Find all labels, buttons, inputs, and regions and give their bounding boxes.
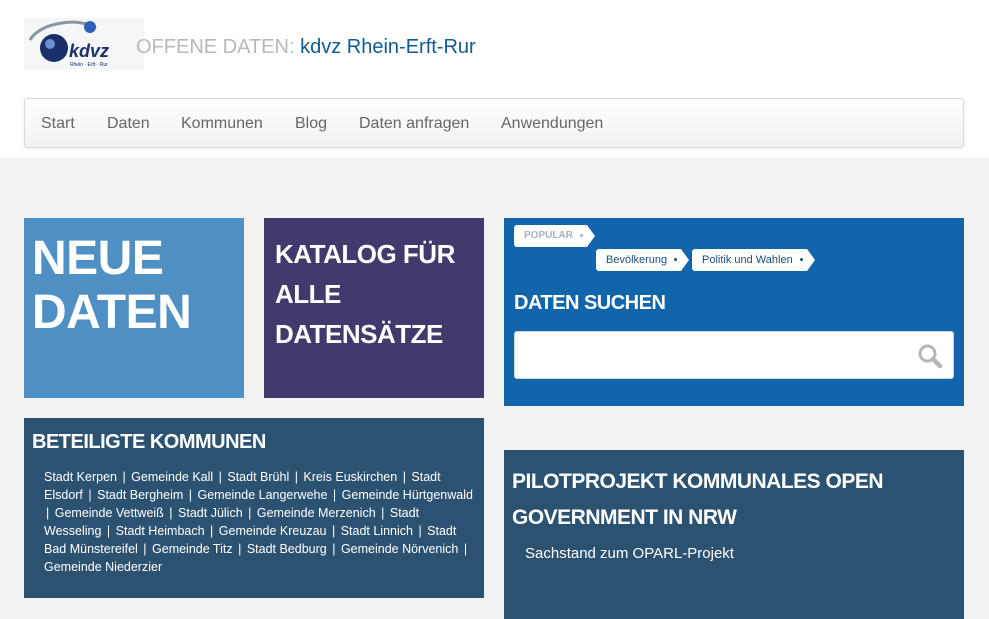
nav-item-start[interactable]: Start: [41, 115, 75, 133]
kommune-separator: |: [103, 524, 114, 538]
search-icon[interactable]: [917, 343, 943, 369]
new-data-tile[interactable]: NEUE DATEN: [24, 218, 244, 398]
kommune-link[interactable]: Gemeinde Vettweiß: [55, 506, 164, 520]
kommune-link[interactable]: Gemeinde Merzenich: [257, 506, 376, 520]
new-data-line1: NEUE: [32, 232, 164, 285]
kommune-separator: |: [460, 542, 468, 556]
kommune-separator: |: [139, 542, 151, 556]
kommunen-tile: BETEILIGTE KOMMUNEN Stadt Kerpen | Gemei…: [24, 418, 484, 598]
kommune-link[interactable]: Stadt Jülich: [178, 506, 243, 520]
kommune-separator: |: [291, 470, 302, 484]
kommune-link[interactable]: Gemeinde Langerwehe: [197, 488, 327, 502]
pilot-heading: PILOTPROJEKT KOMMUNALES OPEN GOVERNMENT …: [512, 470, 884, 529]
popular-label-text: POPULAR: [524, 230, 573, 241]
kommune-separator: |: [185, 488, 196, 502]
kommune-separator: |: [206, 524, 217, 538]
kommune-separator: |: [234, 542, 245, 556]
kommune-link[interactable]: Gemeinde Kreuzau: [219, 524, 327, 538]
tag-dot-icon: [674, 258, 678, 261]
kommune-link[interactable]: Stadt Heimbach: [116, 524, 205, 538]
site-title-prefix: OFFENE DATEN:: [136, 36, 295, 58]
kommune-separator: |: [399, 470, 410, 484]
page-header: kdvz Rhein · Erft · Rur OFFENE DATEN: kd…: [0, 0, 989, 158]
oparl-link[interactable]: Sachstand zum OPARL-Projekt: [525, 545, 734, 562]
kommunen-list: Stadt Kerpen | Gemeinde Kall | Stadt Brü…: [44, 468, 474, 576]
kommune-link[interactable]: Kreis Euskirchen: [303, 470, 397, 484]
kommune-link[interactable]: Stadt Linnich: [341, 524, 413, 538]
nav-item-kommunen[interactable]: Kommunen: [181, 115, 263, 133]
new-data-line2: DATEN: [32, 286, 192, 339]
kommune-link[interactable]: Stadt Bergheim: [97, 488, 183, 502]
kommune-separator: |: [46, 506, 53, 520]
kdvz-logo[interactable]: kdvz Rhein · Erft · Rur: [24, 18, 144, 70]
site-title: OFFENE DATEN: kdvz Rhein-Erft-Rur: [136, 36, 476, 59]
kommune-link[interactable]: Stadt Bedburg: [247, 542, 327, 556]
kommune-link[interactable]: Stadt Brühl: [227, 470, 289, 484]
search-heading: DATEN SUCHEN: [514, 292, 666, 314]
kommune-separator: |: [328, 524, 339, 538]
nav-item-daten-anfragen[interactable]: Daten anfragen: [359, 115, 469, 133]
tag-bevoelkerung[interactable]: Bevölkerung: [596, 249, 690, 271]
popular-label: POPULAR: [514, 225, 595, 247]
nav-item-anwendungen[interactable]: Anwendungen: [501, 115, 603, 133]
kommunen-heading: BETEILIGTE KOMMUNEN: [32, 431, 266, 453]
kommune-separator: |: [84, 488, 96, 502]
nav-item-daten[interactable]: Daten: [107, 115, 150, 133]
kommune-link[interactable]: Gemeinde Niederzier: [44, 560, 162, 574]
kommune-separator: |: [328, 542, 339, 556]
kommune-link[interactable]: Stadt Kerpen: [44, 470, 117, 484]
kommune-link[interactable]: Gemeinde Titz: [152, 542, 233, 556]
search-box: [514, 331, 954, 379]
kommune-separator: |: [215, 470, 226, 484]
tag-dot-icon: [799, 258, 803, 261]
kommune-separator: |: [165, 506, 177, 520]
logo-text: kdvz: [69, 41, 109, 61]
search-input[interactable]: [515, 332, 905, 378]
kommune-link[interactable]: Gemeinde Kall: [131, 470, 213, 484]
nav-item-blog[interactable]: Blog: [295, 115, 327, 133]
kommune-link[interactable]: Gemeinde Nörvenich: [341, 542, 458, 556]
catalog-title: KATALOG FÜR ALLE DATENSÄTZE: [275, 239, 455, 349]
kommune-separator: |: [329, 488, 340, 502]
pilot-tile: PILOTPROJEKT KOMMUNALES OPEN GOVERNMENT …: [504, 450, 964, 619]
site-title-brand[interactable]: kdvz Rhein-Erft-Rur: [300, 36, 476, 58]
kommune-separator: |: [244, 506, 255, 520]
tag-politik-und-wahlen[interactable]: Politik und Wahlen: [692, 249, 815, 271]
tag-dot-icon: [579, 234, 583, 237]
kommune-separator: |: [118, 470, 130, 484]
tag-label: Politik und Wahlen: [702, 254, 793, 266]
main-navigation: Start Daten Kommunen Blog Daten anfragen…: [24, 98, 964, 148]
new-data-title: NEUE DATEN: [32, 232, 192, 340]
tag-label: Bevölkerung: [606, 254, 668, 266]
kommune-link[interactable]: Gemeinde Hürtgenwald: [342, 488, 473, 502]
catalog-tile[interactable]: KATALOG FÜR ALLE DATENSÄTZE: [264, 218, 484, 398]
logo-subtext: Rhein · Erft · Rur: [70, 62, 108, 68]
kommune-separator: |: [414, 524, 426, 538]
search-tile: POPULAR Bevölkerung Politik und Wahlen D…: [504, 218, 964, 406]
kommune-separator: |: [377, 506, 388, 520]
